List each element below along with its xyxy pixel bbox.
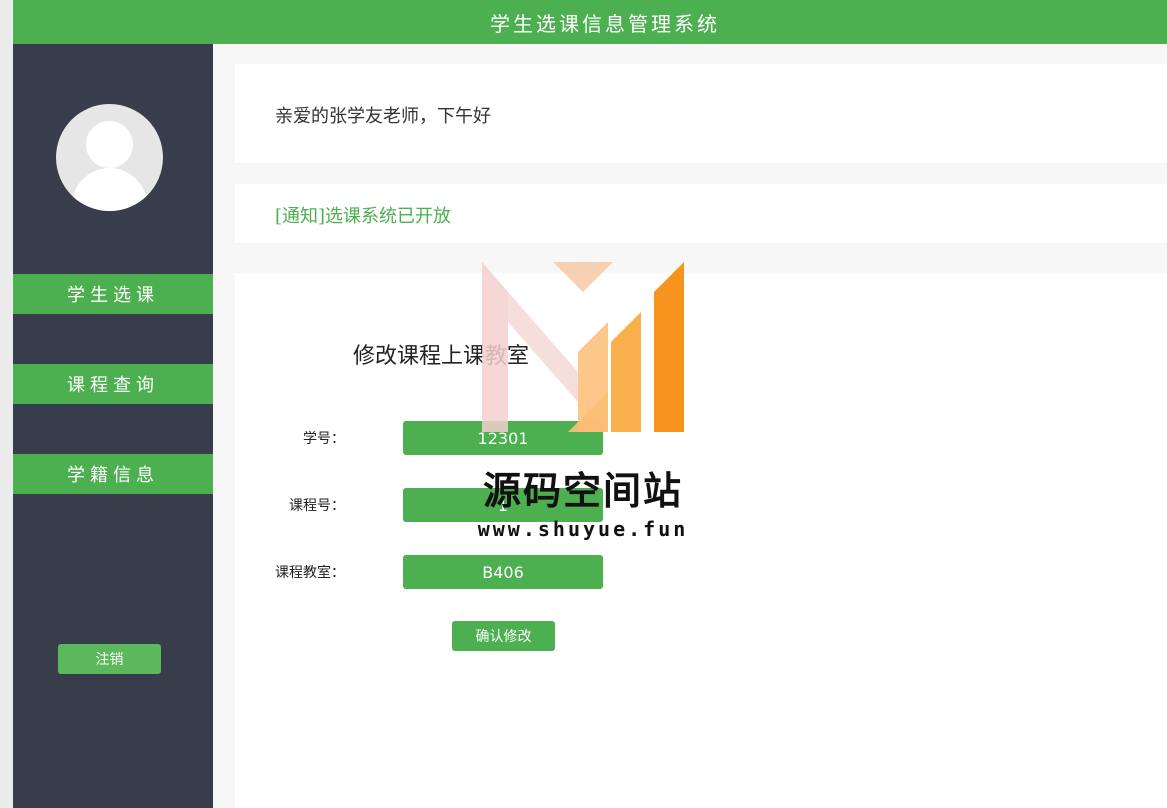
notice-panel: [通知]选课系统已开放 bbox=[235, 184, 1167, 243]
course-id-input[interactable] bbox=[403, 488, 603, 522]
app-header: 学生选课信息管理系统 bbox=[13, 0, 1167, 44]
greeting-text: 亲爱的张学友老师，下午好 bbox=[275, 106, 491, 127]
sidebar-item-course-query[interactable]: 课程查询 bbox=[13, 364, 213, 404]
sidebar-item-label: 学生选课 bbox=[67, 285, 159, 306]
logout-button[interactable]: 注销 bbox=[58, 644, 161, 674]
avatar-body-icon bbox=[72, 168, 147, 211]
app-title: 学生选课信息管理系统 bbox=[490, 11, 720, 36]
sidebar: 学生选课 课程查询 学籍信息 注销 bbox=[13, 44, 213, 808]
form-title: 修改课程上课教室 bbox=[353, 344, 530, 369]
sidebar-item-label: 学籍信息 bbox=[67, 465, 159, 486]
avatar-head-icon bbox=[86, 121, 133, 168]
sidebar-item-label: 课程查询 bbox=[67, 375, 159, 396]
form-panel: 修改课程上课教室 学号： 课程号： 课程教室： 确认修改 bbox=[235, 273, 1167, 808]
student-id-input[interactable] bbox=[403, 421, 603, 455]
sidebar-item-student-record[interactable]: 学籍信息 bbox=[13, 454, 213, 494]
window-edge bbox=[0, 0, 14, 808]
avatar bbox=[56, 104, 163, 211]
course-id-label: 课程号： bbox=[289, 498, 345, 514]
student-id-label: 学号： bbox=[303, 431, 345, 447]
notice-text: [通知]选课系统已开放 bbox=[275, 206, 452, 227]
classroom-label: 课程教室： bbox=[275, 565, 345, 581]
classroom-input[interactable] bbox=[403, 555, 603, 589]
greeting-panel: 亲爱的张学友老师，下午好 bbox=[235, 64, 1167, 163]
confirm-modify-button[interactable]: 确认修改 bbox=[452, 621, 555, 651]
main-content: 亲爱的张学友老师，下午好 [通知]选课系统已开放 修改课程上课教室 学号： 课程… bbox=[213, 44, 1167, 808]
sidebar-item-course-selection[interactable]: 学生选课 bbox=[13, 274, 213, 314]
